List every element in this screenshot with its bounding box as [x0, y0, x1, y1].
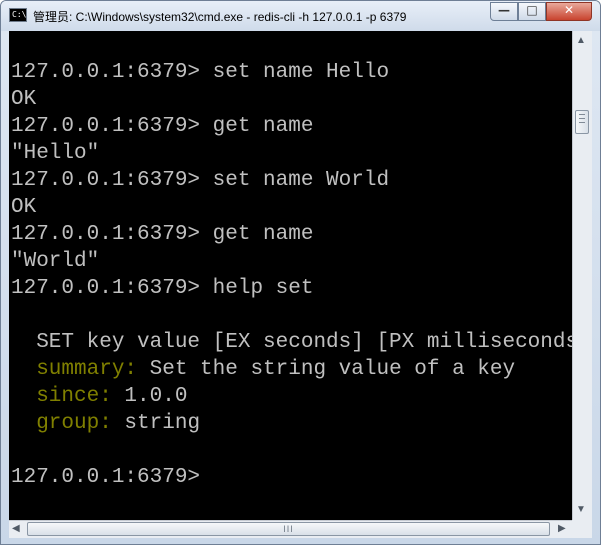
- console-line: "Hello": [11, 142, 100, 165]
- help-since-value: 1.0.0: [111, 385, 188, 408]
- grip-icon: III: [283, 524, 294, 534]
- help-summary-line: summary: Set the string value of a key: [11, 356, 515, 383]
- console-line: 127.0.0.1:6379> set name Hello: [11, 61, 390, 84]
- help-summary-value: Set the string value of a key: [137, 358, 516, 381]
- console-line: OK: [11, 196, 37, 219]
- minimize-icon: —: [498, 3, 510, 17]
- close-icon: ✕: [563, 3, 575, 17]
- scroll-left-icon[interactable]: ◀: [12, 523, 20, 534]
- cmd-window: C:\ 管理员: C:\Windows\system32\cmd.exe - r…: [0, 0, 601, 545]
- cmd-app-icon[interactable]: C:\: [9, 8, 27, 22]
- title-bar[interactable]: C:\ 管理员: C:\Windows\system32\cmd.exe - r…: [1, 1, 600, 31]
- help-since-label: since:: [11, 385, 112, 408]
- vertical-scroll-thumb[interactable]: [575, 110, 589, 134]
- scrollbar-corner: [572, 520, 592, 538]
- help-syntax-line: SET key value [EX seconds] [PX milliseco…: [36, 331, 591, 354]
- console-line: 127.0.0.1:6379> get name: [11, 223, 314, 246]
- console-line: OK: [11, 88, 37, 111]
- console-line: 127.0.0.1:6379> get name: [11, 115, 314, 138]
- console-line: 127.0.0.1:6379> set name World: [11, 169, 390, 192]
- window-title: 管理员: C:\Windows\system32\cmd.exe - redis…: [33, 10, 407, 24]
- minimize-button[interactable]: —: [490, 2, 518, 21]
- help-group-value: string: [111, 412, 201, 435]
- scroll-down-icon[interactable]: ▼: [576, 504, 586, 515]
- scroll-right-icon[interactable]: ▶: [558, 523, 566, 534]
- help-group-line: group: string: [11, 410, 200, 437]
- vertical-scrollbar[interactable]: ▲ ▼: [572, 31, 592, 520]
- close-button[interactable]: ✕: [546, 2, 592, 21]
- maximize-button[interactable]: □: [518, 2, 546, 21]
- horizontal-scrollbar[interactable]: ◀ III ▶: [9, 520, 572, 538]
- scroll-up-icon[interactable]: ▲: [576, 35, 586, 46]
- horizontal-scroll-thumb[interactable]: III: [27, 522, 550, 536]
- console-output[interactable]: 127.0.0.1:6379> set name Hello OK 127.0.…: [9, 31, 591, 520]
- help-group-label: group:: [11, 412, 112, 435]
- help-since-line: since: 1.0.0: [11, 383, 187, 410]
- console-line: 127.0.0.1:6379> help set: [11, 277, 314, 300]
- console-prompt-line[interactable]: 127.0.0.1:6379>: [11, 464, 200, 491]
- console-line: "World": [11, 250, 100, 273]
- help-summary-label: summary:: [11, 358, 138, 381]
- maximize-icon: □: [526, 3, 538, 17]
